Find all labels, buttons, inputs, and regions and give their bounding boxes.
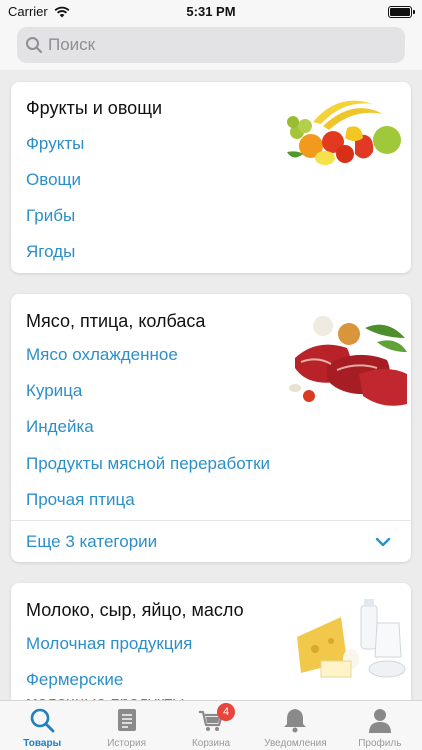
cart-badge: 4 bbox=[217, 703, 236, 721]
search-icon bbox=[26, 37, 42, 53]
tab-label: История bbox=[107, 738, 146, 749]
category-link[interactable]: Фрукты bbox=[26, 134, 84, 154]
tab-products[interactable]: Товары bbox=[0, 701, 84, 750]
tab-bar: Товары История 4 Корзина Уведомления Про… bbox=[0, 700, 422, 750]
tab-label: Товары bbox=[23, 738, 62, 749]
chevron-down-icon bbox=[375, 537, 391, 547]
category-link[interactable]: Ягоды bbox=[26, 242, 75, 262]
section-card-fruits-vegetables: Фрукты и овощи Фрукты Овощи Грибы Ягоды bbox=[11, 82, 411, 273]
category-link[interactable]: Прочая птица bbox=[26, 490, 135, 510]
more-categories-label: Еще 3 категории bbox=[26, 532, 158, 551]
status-time: 5:31 PM bbox=[186, 4, 236, 19]
search-input[interactable] bbox=[48, 35, 388, 55]
category-link[interactable]: Индейка bbox=[26, 417, 94, 437]
section-title: Молоко, сыр, яйцо, масло bbox=[26, 600, 244, 620]
fruits-vegetables-image bbox=[287, 100, 401, 165]
tab-cart[interactable]: 4 Корзина bbox=[169, 701, 253, 750]
tab-label: Корзина bbox=[191, 738, 231, 749]
document-icon bbox=[117, 709, 136, 731]
search-icon bbox=[30, 708, 55, 733]
category-link[interactable]: Продукты мясной переработки bbox=[26, 454, 270, 474]
category-link[interactable]: Фермерские bbox=[26, 670, 123, 690]
bell-icon bbox=[284, 709, 307, 733]
category-link[interactable]: Курица bbox=[26, 381, 82, 401]
show-more-categories[interactable]: Еще 3 категории bbox=[11, 520, 411, 562]
category-link[interactable]: Мясо охлажденное bbox=[26, 345, 178, 365]
person-icon bbox=[368, 709, 391, 733]
section-card-meat: Мясо, птица, колбаса Мясо охлажденное Ку… bbox=[11, 294, 411, 562]
tab-notifications[interactable]: Уведомления bbox=[253, 701, 337, 750]
battery-icon bbox=[388, 6, 415, 18]
search-area bbox=[0, 24, 422, 70]
meat-image bbox=[289, 316, 407, 406]
tab-history[interactable]: История bbox=[84, 701, 168, 750]
category-link[interactable]: Грибы bbox=[26, 206, 75, 226]
tab-label: Уведомления bbox=[264, 738, 327, 749]
status-bar: Carrier 5:31 PM bbox=[0, 0, 422, 24]
section-title: Фрукты и овощи bbox=[26, 98, 163, 118]
category-link[interactable]: Овощи bbox=[26, 170, 81, 190]
dairy-image bbox=[297, 599, 406, 678]
tab-profile[interactable]: Профиль bbox=[338, 701, 422, 750]
tab-label: Профиль bbox=[358, 738, 402, 749]
section-title: Мясо, птица, колбаса bbox=[26, 311, 206, 331]
category-link[interactable]: Молочная продукция bbox=[26, 634, 192, 654]
search-bar[interactable] bbox=[17, 27, 405, 63]
